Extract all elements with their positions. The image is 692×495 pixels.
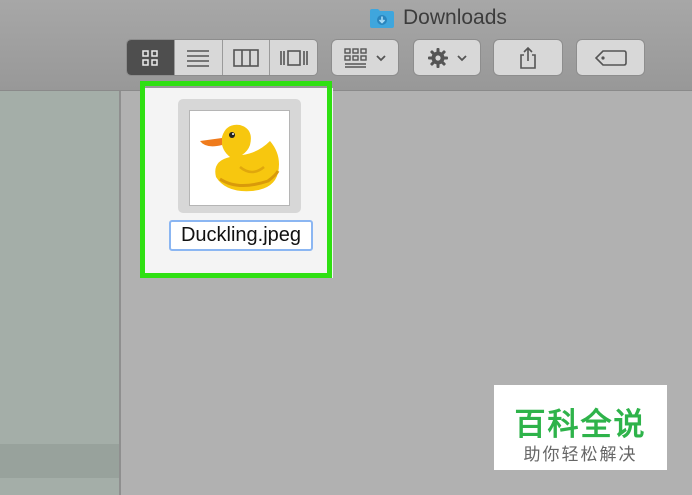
tag-icon (594, 49, 627, 66)
chevron-down-icon (376, 54, 386, 61)
arrange-grid-icon (344, 47, 367, 68)
view-mode-control (127, 40, 317, 75)
coverflow-view-button[interactable] (270, 40, 317, 75)
watermark-subtitle: 助你轻松解决 (523, 445, 638, 464)
column-view-icon (233, 48, 259, 67)
gear-icon (428, 47, 448, 68)
share-icon (520, 46, 536, 69)
watermark-title: 百科全说 (514, 407, 647, 442)
arrange-button[interactable] (332, 40, 398, 75)
sidebar-item[interactable] (0, 444, 119, 478)
watermark: 百科全说 助你轻松解决 (494, 385, 667, 470)
sidebar (0, 91, 121, 495)
icon-view-icon (142, 49, 159, 66)
list-view-button[interactable] (175, 40, 223, 75)
coverflow-view-icon (279, 49, 308, 66)
column-view-button[interactable] (223, 40, 271, 75)
share-button[interactable] (494, 40, 562, 75)
tag-button[interactable] (577, 40, 644, 75)
highlight-box (140, 81, 332, 278)
window-title-text: Downloads (403, 6, 507, 29)
downloads-folder-icon (370, 9, 394, 28)
action-button[interactable] (414, 40, 480, 75)
finder-toolbar: Downloads (0, 0, 692, 91)
chevron-down-icon (457, 54, 467, 61)
list-view-icon (187, 49, 210, 67)
icon-view-button[interactable] (127, 40, 175, 75)
window-title: Downloads (369, 5, 507, 31)
